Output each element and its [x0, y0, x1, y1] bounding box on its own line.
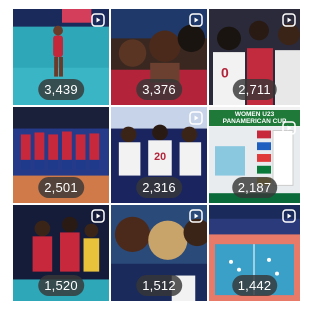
reel-icon	[189, 111, 203, 125]
reel-icon	[282, 13, 296, 27]
reel-tile[interactable]: 1,520	[13, 205, 111, 303]
reel-tile[interactable]: 20 2,316	[111, 107, 209, 205]
reel-tile[interactable]: 0 2,711	[209, 9, 300, 107]
reels-grid: 3,439 3,376 0 2,711 2,501 20 2,316 WOMEN…	[13, 9, 300, 309]
reel-icon	[189, 13, 203, 27]
reel-tile[interactable]: WOMEN U23 PANAMERICAN CUP 2,187	[209, 107, 300, 205]
view-count: 1,442	[231, 275, 278, 296]
reel-tile[interactable]: 2,501	[13, 107, 111, 205]
reel-tile[interactable]: 1,442	[209, 205, 300, 303]
view-count: 2,711	[232, 79, 277, 100]
reel-tile[interactable]: 3,376	[111, 9, 209, 107]
svg-text:20: 20	[154, 151, 166, 163]
view-count: 2,187	[231, 177, 278, 198]
reel-icon	[91, 13, 105, 27]
view-count: 2,316	[136, 177, 182, 198]
reel-icon	[189, 209, 203, 223]
reel-icon	[282, 121, 296, 135]
reel-icon	[91, 209, 105, 223]
svg-text:0: 0	[221, 65, 229, 81]
view-count: 3,376	[136, 79, 182, 100]
view-count: 2,501	[38, 177, 84, 198]
view-count: 1,512	[136, 275, 182, 296]
reel-tile[interactable]: 3,439	[13, 9, 111, 107]
reel-tile[interactable]: 1,512	[111, 205, 209, 303]
view-count: 1,520	[38, 275, 84, 296]
reel-icon	[282, 209, 296, 223]
view-count: 3,439	[38, 79, 84, 100]
